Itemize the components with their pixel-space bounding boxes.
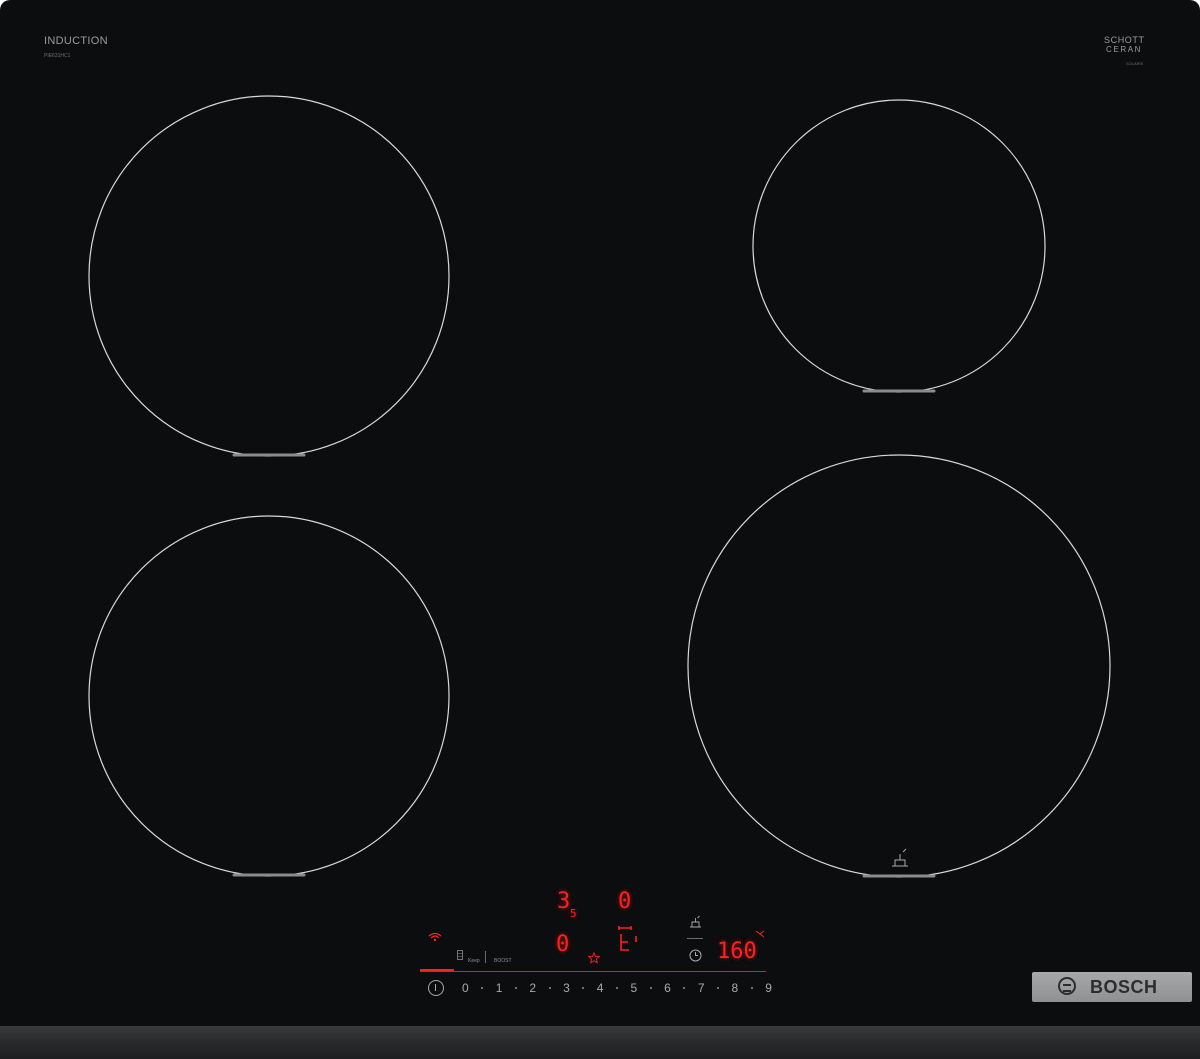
scale-dot xyxy=(514,987,517,989)
cooktop-glass: INDUCTION PIE631HC1 SCHOTT CERAN SOLARIS… xyxy=(0,0,1200,1032)
power-scale[interactable]: 0 1 2 3 4 5 6 7 8 9 xyxy=(462,980,772,996)
front-right-timer-display: 160 xyxy=(717,939,757,964)
zone-front-left[interactable] xyxy=(88,515,450,877)
flex-zone-indicator-icon xyxy=(618,926,637,951)
cooking-zones xyxy=(88,95,1111,878)
power-level-0[interactable]: 0 xyxy=(462,981,469,995)
wifi-icon xyxy=(428,932,442,942)
power-level-4[interactable]: 4 xyxy=(597,981,604,995)
divider xyxy=(485,951,486,963)
scale-dot xyxy=(683,987,686,989)
front-left-display: 0 xyxy=(556,932,570,957)
power-level-2[interactable]: 2 xyxy=(529,981,536,995)
lock-icon[interactable] xyxy=(457,950,463,960)
divider xyxy=(687,938,703,939)
sensor-active-icon xyxy=(755,930,765,938)
power-level-3[interactable]: 3 xyxy=(563,981,570,995)
cooktop-frame xyxy=(0,1026,1200,1059)
pan-sensor-icon xyxy=(892,848,908,867)
rear-left-display: 3 xyxy=(557,889,571,914)
rear-right-display: 0 xyxy=(618,889,632,914)
power-level-9[interactable]: 9 xyxy=(765,981,772,995)
scale-dot xyxy=(649,987,652,989)
power-level-8[interactable]: 8 xyxy=(732,981,739,995)
scale-dot xyxy=(582,987,585,989)
frying-sensor-icon[interactable] xyxy=(688,915,704,929)
rear-left-display-sub: 5 xyxy=(570,907,577,920)
star-icon[interactable] xyxy=(588,952,600,964)
power-button[interactable] xyxy=(428,980,444,996)
slider-track[interactable] xyxy=(420,971,766,972)
timer-icon[interactable] xyxy=(689,949,702,962)
scale-dot xyxy=(717,987,719,989)
power-level-1[interactable]: 1 xyxy=(496,981,503,995)
bosch-logo-icon xyxy=(1058,977,1076,995)
keep-warm-label[interactable]: Keep xyxy=(468,958,480,964)
scale-dot xyxy=(750,987,753,989)
power-level-7[interactable]: 7 xyxy=(698,981,705,995)
scale-dot xyxy=(548,987,551,989)
boost-label[interactable]: BOOST xyxy=(494,958,512,964)
power-level-6[interactable]: 6 xyxy=(664,981,671,995)
power-level-5[interactable]: 5 xyxy=(630,981,637,995)
zone-rear-right[interactable] xyxy=(752,99,1046,393)
zone-front-right[interactable] xyxy=(687,454,1111,878)
brand-logo-text: BOSCH xyxy=(1090,977,1158,997)
scale-dot xyxy=(481,987,484,989)
scale-dot xyxy=(615,987,618,989)
zone-rear-left[interactable] xyxy=(88,95,450,457)
